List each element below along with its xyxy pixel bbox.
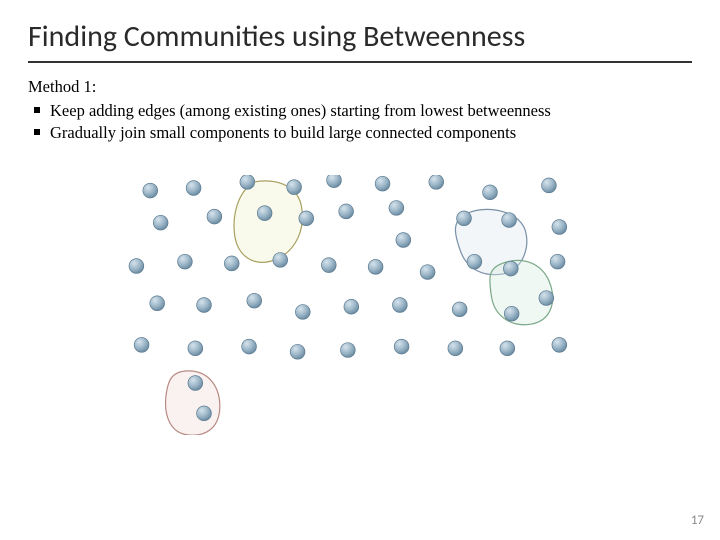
graph-node (197, 406, 212, 421)
slide-title: Finding Communities using Betweenness (28, 18, 692, 63)
graph-node (503, 261, 518, 276)
graph-node (368, 260, 383, 275)
graph-node (247, 293, 262, 308)
bullet-item: Gradually join small components to build… (28, 122, 692, 144)
graph-node (339, 204, 354, 219)
bullet-list: Keep adding edges (among existing ones) … (28, 100, 692, 145)
graph-node (452, 302, 467, 317)
graph-node (467, 254, 482, 269)
graph-node (257, 206, 272, 221)
graph-node (134, 338, 149, 353)
graph-node (290, 344, 305, 359)
graph-node (552, 338, 567, 353)
graph-node (375, 176, 390, 191)
graph-node (550, 254, 565, 269)
graph-node (448, 341, 463, 356)
graph-node (287, 180, 302, 195)
graph-node (457, 211, 472, 226)
graph-node (552, 220, 567, 235)
graph-node (143, 183, 158, 198)
graph-node (393, 298, 408, 313)
graph-node (295, 305, 310, 320)
graph-node (344, 299, 359, 314)
method-label: Method 1: (28, 77, 692, 97)
graph-node (240, 175, 255, 189)
graph-node (188, 341, 203, 356)
graph-node (153, 215, 168, 230)
graph-node (207, 209, 222, 224)
graph-node (500, 341, 515, 356)
graph-node (197, 298, 212, 313)
graph-node (178, 254, 193, 269)
graph-node (429, 175, 444, 189)
graph-node (420, 265, 435, 280)
graph-node (129, 259, 144, 274)
graph-node (186, 181, 201, 196)
graph-node (188, 376, 203, 391)
graph-node (150, 296, 165, 311)
graph-node (542, 178, 557, 193)
graph-node (396, 233, 411, 248)
graph-node (504, 306, 519, 321)
network-graphic (80, 175, 640, 435)
graph-node (321, 258, 336, 273)
graph-node (224, 256, 239, 271)
page-number: 17 (691, 513, 704, 528)
graph-node (299, 211, 314, 226)
graph-node (341, 343, 356, 358)
graph-node (389, 201, 404, 216)
graph-node (273, 253, 288, 268)
graph-node (327, 175, 342, 188)
graph-node (539, 291, 554, 306)
bullet-item: Keep adding edges (among existing ones) … (28, 100, 692, 122)
graph-node (483, 185, 498, 200)
graph-node (242, 339, 257, 354)
graph-node (502, 213, 517, 228)
graph-node (394, 339, 409, 354)
